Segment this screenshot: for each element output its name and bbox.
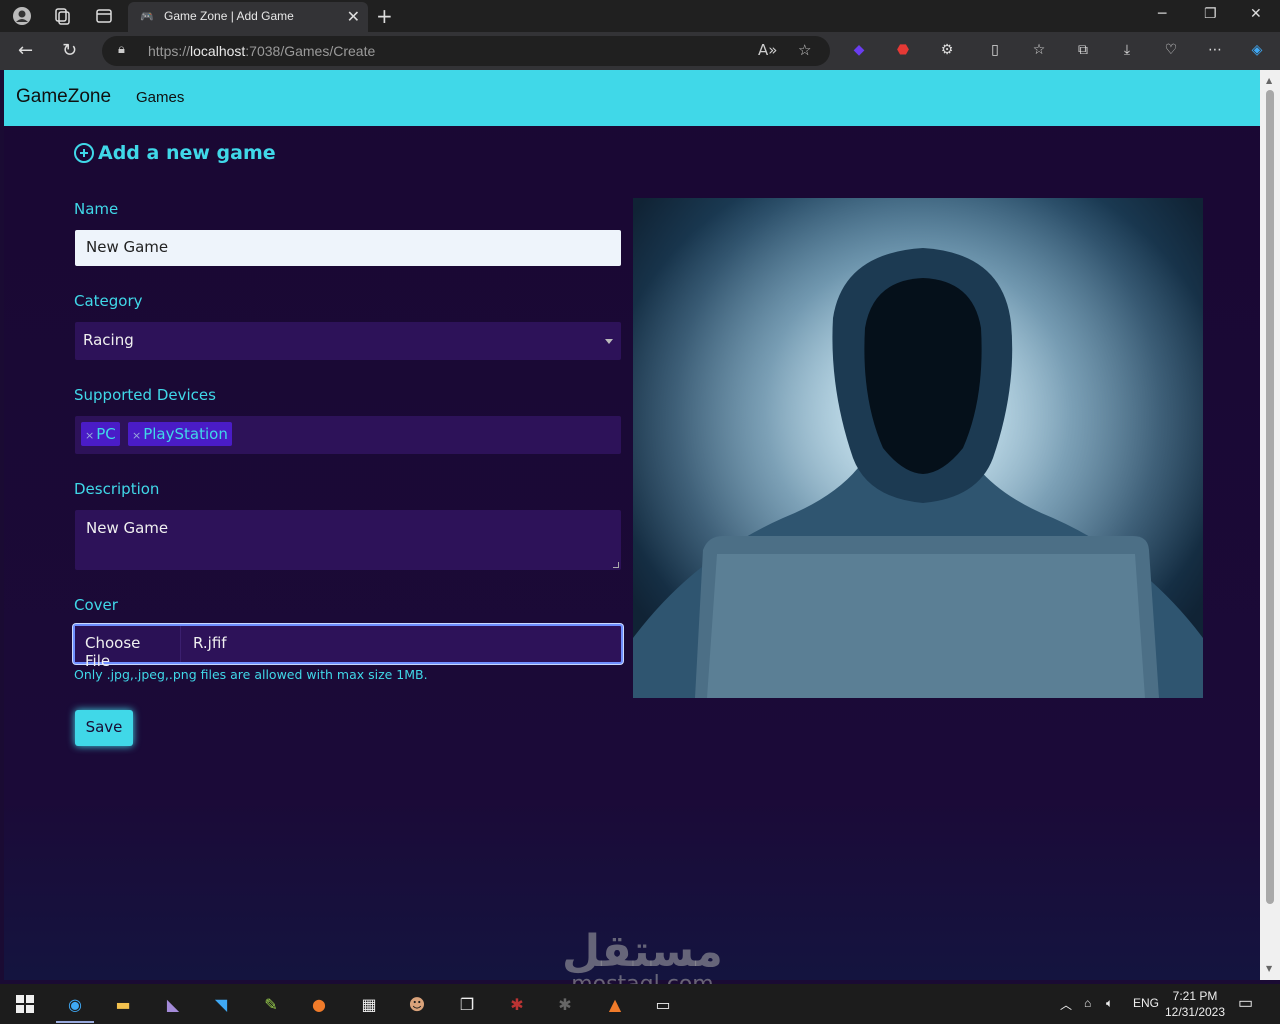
notifications-icon[interactable]: ▭ (1238, 993, 1253, 1013)
windows-start-icon[interactable] (12, 992, 38, 1016)
favorites-icon[interactable]: ☆ (1030, 42, 1048, 60)
choose-file-button[interactable]: Choose File (75, 626, 181, 670)
cover-file-input[interactable]: Choose File R.jfif (73, 624, 623, 670)
read-aloud-icon[interactable]: A» (758, 41, 777, 59)
close-icon[interactable]: ✕ (347, 7, 360, 26)
description-value: New Game (86, 519, 169, 537)
page-scrollbar[interactable]: ▲ ▼ (1260, 70, 1280, 980)
selected-file-name: R.jfif (193, 634, 227, 652)
site-navbar: GameZone Games (4, 70, 1260, 126)
task-view-icon[interactable]: ❐ (454, 992, 480, 1016)
scroll-up-icon[interactable]: ▲ (1266, 76, 1272, 85)
volume-icon[interactable]: 🔈︎ (1106, 996, 1113, 1011)
description-textarea[interactable]: New Game (75, 510, 621, 570)
vlc-icon[interactable]: ▲ (602, 992, 628, 1016)
terminal-icon[interactable]: ▭ (650, 992, 676, 1016)
minimize-icon[interactable]: ─ (1158, 6, 1166, 22)
page-viewport: GameZone Games Add a new game Name New G… (4, 70, 1260, 980)
clock-time: 7:21 PM (1172, 989, 1218, 1003)
store-icon[interactable]: ▦ (356, 992, 382, 1016)
taskbar: ◉ ▬ ◣ ◥ ✎ ● ▦ ☻ ❐ ✱ ✱ ▲ ▭ ︿ ⌂ 🔈︎ ENG 7:2… (0, 984, 1280, 1024)
description-label: Description (74, 480, 160, 498)
category-select[interactable]: Racing (75, 322, 621, 360)
app-icon[interactable]: ✎ (258, 992, 284, 1016)
devices-label: Supported Devices (74, 386, 216, 404)
copilot-icon[interactable]: ◈ (1248, 42, 1266, 60)
back-icon[interactable]: ← (18, 40, 33, 61)
device-chip-label: PlayStation (143, 425, 228, 443)
downloads-icon[interactable]: ⤓ (1118, 42, 1136, 60)
extension-gem-icon[interactable]: ◆ (850, 42, 868, 60)
watermark-arabic: مستقل (562, 926, 723, 977)
gamepad-icon: 🎮 (140, 10, 154, 23)
scrollbar-thumb[interactable] (1266, 90, 1274, 904)
page-title-text: Add a new game (98, 142, 276, 164)
address-bar-row: ← ↻ 🔒︎ https://localhost:7038/Games/Crea… (0, 32, 1280, 70)
browser-tab-bar: 🎮 Game Zone | Add Game ✕ + ─ ❐ ✕ (0, 0, 1280, 32)
file-explorer-icon[interactable]: ▬ (110, 992, 136, 1016)
resize-grip-icon[interactable] (613, 562, 619, 568)
system-clock[interactable]: 7:21 PM 12/31/2023 (1162, 988, 1228, 1020)
file-hint: Only .jpg,.jpeg,.png files are allowed w… (74, 667, 428, 682)
tray-overflow-icon[interactable]: ︿ (1060, 996, 1072, 1013)
url-input[interactable]: 🔒︎ https://localhost:7038/Games/Create A… (102, 36, 830, 66)
scroll-down-icon[interactable]: ▼ (1266, 964, 1272, 973)
extension-stop-icon[interactable]: ⬣ (894, 42, 912, 60)
device-chip-label: PC (96, 425, 116, 443)
photo-app-icon[interactable]: ☻ (404, 992, 430, 1016)
device-chip-playstation: × PlayStation (128, 422, 232, 446)
language-indicator[interactable]: ENG (1133, 996, 1159, 1010)
brand-link[interactable]: GameZone (16, 86, 111, 108)
visual-studio-icon[interactable]: ◣ (160, 992, 186, 1016)
window-close-icon[interactable]: ✕ (1250, 6, 1262, 22)
bug-app-2-icon[interactable]: ✱ (552, 992, 578, 1016)
chevron-down-icon (605, 339, 613, 344)
edge-icon[interactable]: ◉ (62, 992, 88, 1016)
category-label: Category (74, 292, 143, 310)
performance-icon[interactable]: ♡ (1162, 42, 1180, 60)
devices-multiselect[interactable]: × PC × PlayStation (75, 416, 621, 454)
restore-icon[interactable]: ❐ (1204, 6, 1217, 22)
clock-date: 12/31/2023 (1164, 1005, 1226, 1019)
favorite-star-icon[interactable]: ☆ (798, 41, 811, 59)
cover-preview-image (633, 198, 1203, 698)
tab-active[interactable]: 🎮 Game Zone | Add Game ✕ (128, 2, 368, 32)
extensions-icon[interactable]: ⚙ (938, 42, 956, 60)
name-label: Name (74, 200, 119, 218)
bug-app-icon[interactable]: ✱ (504, 992, 530, 1016)
network-icon[interactable]: ⌂ (1084, 996, 1091, 1010)
split-screen-icon[interactable]: ▯ (986, 42, 1004, 60)
tab-actions-icon[interactable] (94, 6, 114, 26)
vscode-icon[interactable]: ◥ (208, 992, 234, 1016)
lock-icon: 🔒︎ (118, 42, 125, 57)
postman-icon[interactable]: ● (306, 992, 332, 1016)
device-chip-pc: × PC (81, 422, 120, 446)
profile-icon[interactable] (12, 6, 32, 26)
name-input-value: New Game (86, 238, 169, 256)
category-selected-value: Racing (83, 331, 134, 349)
url-text: https://localhost:7038/Games/Create (148, 43, 376, 59)
save-button[interactable]: Save (75, 710, 133, 746)
more-icon[interactable]: ⋯ (1206, 42, 1224, 60)
page-title: Add a new game (74, 142, 276, 164)
plus-circle-icon (74, 143, 94, 163)
name-input[interactable]: New Game (75, 230, 621, 266)
remove-chip-icon[interactable]: × (85, 429, 94, 442)
refresh-icon[interactable]: ↻ (62, 40, 77, 61)
active-app-indicator (56, 1021, 94, 1023)
tab-title: Game Zone | Add Game (164, 9, 294, 23)
cover-label: Cover (74, 596, 118, 614)
workspaces-icon[interactable] (52, 6, 72, 26)
remove-chip-icon[interactable]: × (132, 429, 141, 442)
nav-link-games[interactable]: Games (136, 89, 184, 106)
new-tab-icon[interactable]: + (376, 4, 393, 28)
collections-icon[interactable]: ⧉ (1074, 42, 1092, 60)
